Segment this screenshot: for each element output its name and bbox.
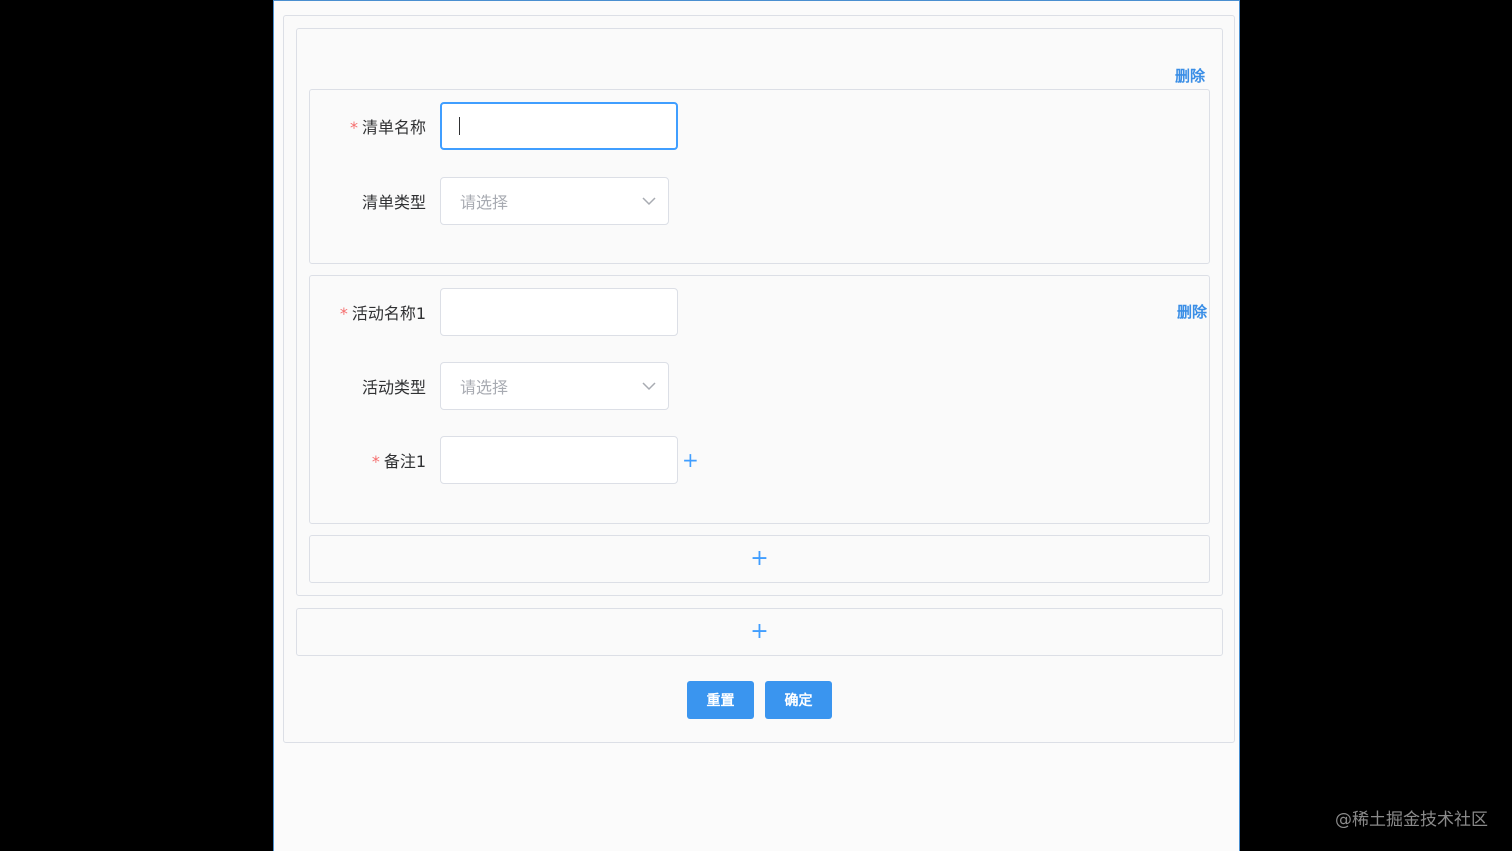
required-mark: * [371, 452, 380, 471]
list-type-label: 清单类型 [361, 193, 426, 212]
activity-group: 删除 * 活动名称1 活动类型 请选择 * 备注1 + [309, 275, 1210, 524]
text-cursor [459, 117, 460, 135]
note-label: * 备注1 [310, 448, 440, 472]
chevron-down-icon [642, 381, 656, 390]
list-card: 删除 * 清单名称 清单类型 请选择 删除 * 活动名称1 活动类型 请选择 *… [296, 28, 1223, 596]
list-name-label-text: 清单名称 [361, 118, 426, 137]
activity-name-row: * 活动名称1 [310, 288, 678, 336]
activity-name-label: * 活动名称1 [310, 300, 440, 324]
activity-type-placeholder: 请选择 [460, 378, 509, 397]
activity-type-label: 活动类型 [361, 378, 426, 397]
list-name-label: * 清单名称 [310, 114, 440, 138]
add-activity-button[interactable]: + [309, 535, 1210, 583]
reset-button[interactable]: 重置 [687, 681, 754, 719]
add-list-button[interactable]: + [296, 608, 1223, 656]
plus-icon: + [750, 546, 769, 571]
note-row: * 备注1 + [310, 436, 699, 484]
list-type-row: 清单类型 请选择 [310, 177, 669, 225]
watermark: @稀土掘金技术社区 [1335, 810, 1488, 830]
plus-icon: + [750, 619, 769, 644]
list-type-placeholder: 请选择 [460, 193, 509, 212]
list-info-group: * 清单名称 清单类型 请选择 [309, 89, 1210, 264]
activity-name-input[interactable] [440, 288, 678, 336]
confirm-button[interactable]: 确定 [765, 681, 832, 719]
delete-list-button[interactable]: 删除 [1175, 65, 1205, 86]
list-name-row: * 清单名称 [310, 102, 678, 150]
chevron-down-icon [642, 196, 656, 205]
activity-type-select[interactable]: 请选择 [440, 362, 669, 410]
activity-name-label-text: 活动名称1 [351, 304, 426, 323]
list-type-select[interactable]: 请选择 [440, 177, 669, 225]
required-mark: * [349, 118, 358, 137]
note-label-text: 备注1 [383, 452, 426, 471]
note-input[interactable] [440, 436, 678, 484]
form-container: 删除 * 清单名称 清单类型 请选择 删除 * 活动名称1 活动类型 请选择 *… [283, 15, 1235, 743]
form-page: 删除 * 清单名称 清单类型 请选择 删除 * 活动名称1 活动类型 请选择 *… [273, 0, 1240, 851]
activity-type-row: 活动类型 请选择 [310, 362, 669, 410]
delete-activity-button[interactable]: 删除 [1177, 301, 1207, 322]
list-name-input[interactable] [440, 102, 678, 150]
required-mark: * [339, 304, 348, 323]
add-note-plus-icon[interactable]: + [682, 450, 699, 470]
